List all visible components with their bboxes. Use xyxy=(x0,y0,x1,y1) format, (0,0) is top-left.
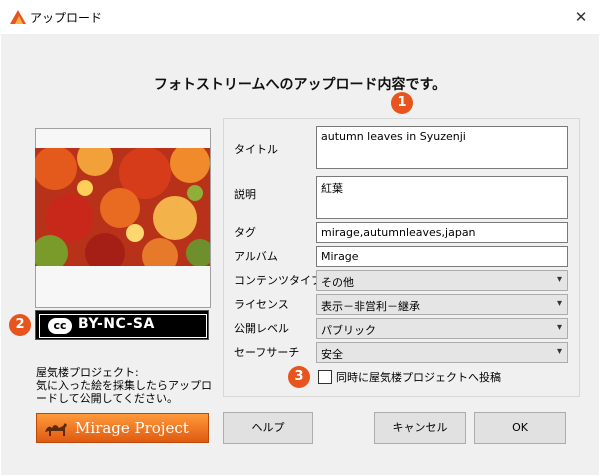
chevron-down-icon: ▾ xyxy=(556,274,562,285)
tags-field[interactable]: mirage,autumnleaves,japan xyxy=(316,222,568,243)
ok-button[interactable]: OK xyxy=(474,412,566,444)
chevron-down-icon: ▾ xyxy=(556,346,562,357)
photo-thumbnail xyxy=(35,148,210,266)
content-type-label: コンテンツタイプ xyxy=(234,274,322,287)
license-badge[interactable]: cc BY-NC-SA xyxy=(35,310,209,340)
license-select[interactable]: 表示－非営利－継承 ▾ xyxy=(316,294,568,315)
marker-1: 1 xyxy=(391,92,413,114)
description-field[interactable]: 紅葉 xyxy=(316,176,568,219)
license-value: 表示－非営利－継承 xyxy=(321,300,420,313)
marker-2: 2 xyxy=(9,314,31,336)
share-project-checkbox[interactable] xyxy=(318,370,332,384)
cancel-button[interactable]: キャンセル xyxy=(374,412,466,444)
description-label: 説明 xyxy=(234,188,256,201)
help-button[interactable]: ヘルプ xyxy=(223,412,313,444)
album-label: アルバム xyxy=(234,250,278,263)
dialog-heading: フォトストリームへのアップロード内容です。 xyxy=(153,77,447,93)
project-note-body: 気に入った絵を採集したらアップロードして公開してください。 xyxy=(36,379,212,405)
share-project-label[interactable]: 同時に屋気楼プロジェクトへ投稿 xyxy=(336,369,501,385)
window-title: アップロード xyxy=(30,11,103,25)
safe-search-value: 安全 xyxy=(321,348,343,361)
close-button[interactable]: ✕ xyxy=(566,3,596,31)
license-label: ライセンス xyxy=(234,298,289,311)
chevron-down-icon: ▾ xyxy=(556,322,562,333)
project-note-title: 屋気楼プロジェクト: xyxy=(36,366,139,379)
chevron-down-icon: ▾ xyxy=(556,298,562,309)
content-type-select[interactable]: その他 ▾ xyxy=(316,270,568,291)
visibility-value: パブリック xyxy=(321,324,376,337)
title-label: タイトル xyxy=(234,143,278,156)
content-type-value: その他 xyxy=(321,276,354,289)
marker-3: 3 xyxy=(288,366,310,388)
album-field[interactable]: Mirage xyxy=(316,246,568,267)
app-flame-icon xyxy=(10,10,26,24)
title-field[interactable]: autumn leaves in Syuzenji xyxy=(316,126,568,169)
mirage-project-button[interactable]: Mirage Project xyxy=(36,413,209,443)
camel-icon xyxy=(45,423,67,436)
cc-icon: cc xyxy=(48,318,72,334)
license-badge-text: BY-NC-SA xyxy=(78,316,155,332)
project-note: 屋気楼プロジェクト: 気に入った絵を採集したらアップロードして公開してください。 xyxy=(36,366,216,405)
safe-search-label: セーフサーチ xyxy=(234,346,300,359)
tags-label: タグ xyxy=(234,226,256,239)
visibility-label: 公開レベル xyxy=(234,322,289,335)
safe-search-select[interactable]: 安全 ▾ xyxy=(316,342,568,363)
visibility-select[interactable]: パブリック ▾ xyxy=(316,318,568,339)
